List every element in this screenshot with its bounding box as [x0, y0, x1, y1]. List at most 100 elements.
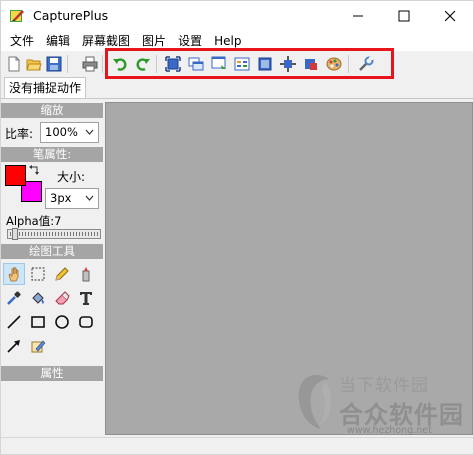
capture-fullscreen-button[interactable] — [164, 55, 182, 73]
hand-icon — [8, 266, 19, 282]
new-file-icon — [8, 56, 20, 72]
eraser-tool[interactable] — [51, 287, 73, 309]
watermark: 当下软件园 合众软件园 www.hezhong.net — [291, 367, 471, 437]
tools-header: 绘图工具 — [1, 244, 103, 259]
select-tool[interactable] — [27, 263, 49, 285]
toolbar — [1, 51, 473, 77]
hand-tool[interactable] — [3, 263, 25, 285]
capture-menu-button[interactable] — [233, 55, 251, 73]
left-panel: 缩放 比率: 100% 笔属性: 大小: 3px Alpha值:7 绘图工具 属… — [1, 101, 103, 437]
capture-scroll-button[interactable] — [210, 55, 228, 73]
undo-button[interactable] — [111, 55, 129, 73]
zoom-header: 缩放 — [1, 103, 103, 118]
menu-screen-capture[interactable]: 屏幕截图 — [76, 31, 136, 51]
paint-brush-app-icon — [9, 8, 25, 24]
menu-help[interactable]: Help — [208, 31, 247, 51]
zoom-value: 100% — [45, 125, 78, 139]
print-button[interactable] — [81, 55, 99, 73]
rounded-rect-icon — [79, 316, 93, 328]
menu-image[interactable]: 图片 — [136, 31, 172, 51]
toolbar-separator — [102, 55, 103, 73]
size-value: 3px — [50, 191, 72, 205]
text-tool[interactable] — [75, 287, 97, 309]
menu-edit[interactable]: 编辑 — [40, 31, 76, 51]
ellipse-tool[interactable] — [51, 311, 73, 333]
menu-bar: 文件 编辑 屏幕截图 图片 设置 Help — [1, 31, 473, 51]
watermark-logo-icon — [298, 375, 332, 429]
redo-button[interactable] — [134, 55, 152, 73]
settings-wrench-icon — [359, 56, 374, 71]
status-bar — [1, 437, 473, 454]
swap-colors-icon[interactable] — [29, 165, 40, 179]
title-bar: CapturePlus — [1, 1, 473, 31]
chevron-down-icon — [85, 129, 94, 135]
watermark-url: www.hezhong.net — [347, 425, 432, 436]
capture-active-button[interactable] — [256, 55, 274, 73]
stamp-tool[interactable] — [27, 335, 49, 357]
capture-window-button[interactable] — [187, 55, 205, 73]
line-tool[interactable] — [3, 311, 25, 333]
minimize-button[interactable] — [335, 1, 381, 31]
size-select[interactable]: 3px — [45, 188, 99, 209]
eyedropper-tool[interactable] — [3, 287, 25, 309]
toolbar-separator — [156, 55, 157, 73]
print-icon — [82, 56, 98, 72]
text-icon — [80, 292, 92, 305]
new-file-button[interactable] — [5, 55, 23, 73]
color-picker-palette-icon — [326, 57, 342, 71]
primary-color-swatch[interactable] — [5, 165, 26, 186]
fill-bucket-icon — [32, 292, 44, 304]
alpha-slider[interactable] — [7, 228, 101, 240]
capture-active-icon — [258, 57, 272, 71]
arrow-tool[interactable] — [3, 335, 25, 357]
capture-window-icon — [188, 57, 204, 71]
save-button[interactable] — [45, 55, 63, 73]
menu-file[interactable]: 文件 — [4, 31, 40, 51]
open-button[interactable] — [25, 55, 43, 73]
maximize-button[interactable] — [381, 1, 427, 31]
eraser-icon — [55, 291, 70, 305]
chevron-down-icon — [85, 195, 94, 201]
slider-thumb[interactable] — [12, 228, 18, 240]
line-icon — [7, 315, 21, 329]
zoom-label: 比率: — [5, 127, 34, 141]
open-folder-icon — [26, 59, 42, 71]
capture-region-button[interactable] — [279, 55, 297, 73]
rectangle-tool[interactable] — [27, 311, 49, 333]
arrow-icon — [7, 340, 20, 353]
color-picker-button[interactable] — [325, 55, 343, 73]
redo-icon — [136, 58, 150, 71]
capture-scroll-icon — [211, 56, 226, 69]
settings-button[interactable] — [357, 55, 375, 73]
tab-no-capture[interactable]: 没有捕捉动作 — [4, 77, 87, 99]
highlighter-tool[interactable] — [75, 263, 97, 285]
ellipse-icon — [55, 315, 69, 329]
capture-region-icon — [280, 56, 296, 72]
fill-tool[interactable] — [27, 287, 49, 309]
capture-objects-button[interactable] — [302, 55, 320, 73]
zoom-select[interactable]: 100% — [40, 122, 99, 143]
select-rect-icon — [31, 267, 45, 281]
menu-settings[interactable]: 设置 — [172, 31, 208, 51]
pencil-tool[interactable] — [51, 263, 73, 285]
toolbar-separator — [348, 55, 349, 73]
props-header: 属性 — [1, 366, 103, 381]
alpha-label: Alpha值:7 — [6, 214, 62, 228]
capture-fullscreen-icon — [165, 56, 181, 72]
save-icon — [46, 56, 62, 72]
window-title: CapturePlus — [33, 8, 109, 23]
tab-divider — [1, 98, 473, 99]
highlighter-icon — [82, 267, 90, 282]
pen-header: 笔属性: — [1, 147, 103, 162]
slider-ticks — [10, 232, 98, 236]
rounded-rect-tool[interactable] — [75, 311, 97, 333]
stamp-icon — [31, 340, 46, 353]
close-button[interactable] — [427, 1, 473, 31]
minimize-icon — [353, 15, 363, 17]
close-icon — [444, 10, 456, 22]
watermark-small-text: 当下软件园 — [339, 376, 429, 396]
pencil-icon — [55, 267, 69, 281]
eyedropper-icon — [7, 291, 21, 305]
rectangle-icon — [31, 316, 45, 328]
size-label: 大小: — [57, 170, 86, 184]
